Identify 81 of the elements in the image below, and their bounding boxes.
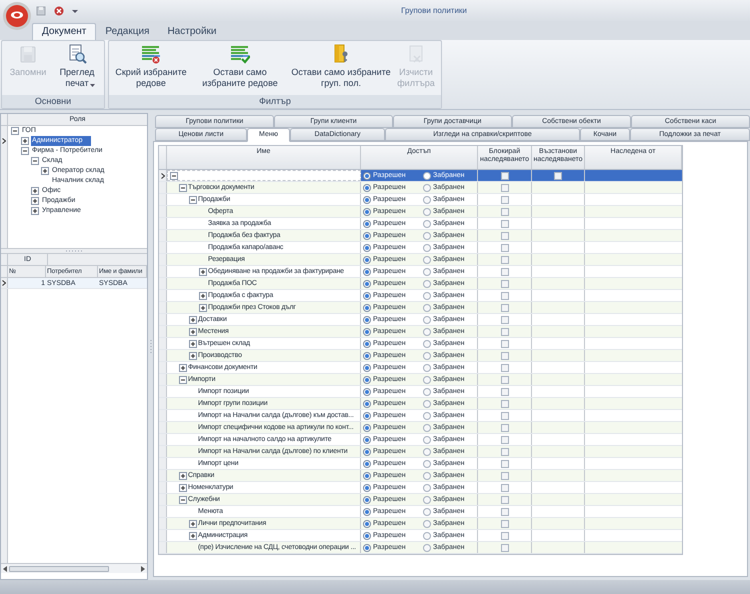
checkbox-icon[interactable] (500, 376, 508, 384)
list-with-check-icon (230, 44, 250, 64)
checkbox-icon[interactable] (500, 352, 508, 360)
ribbon-button[interactable]: Остави само избраните груп. пол. (289, 44, 393, 89)
collapse-icon[interactable] (179, 376, 187, 384)
checkbox-icon[interactable] (500, 256, 508, 264)
checkbox-icon[interactable] (500, 280, 508, 288)
dropdown-caret-icon[interactable] (72, 8, 78, 14)
expand-icon[interactable] (189, 316, 197, 324)
ribbon-group-label: Основни (2, 95, 104, 108)
collapse-icon[interactable] (179, 184, 187, 192)
checkbox-icon[interactable] (500, 364, 508, 372)
checkbox-icon[interactable] (500, 208, 508, 216)
checkbox-icon[interactable] (500, 520, 508, 528)
expand-icon[interactable] (199, 292, 207, 300)
save-icon[interactable] (36, 6, 46, 16)
checkbox-icon[interactable] (500, 400, 508, 408)
expand-icon[interactable] (189, 340, 197, 348)
checkbox-icon[interactable] (500, 292, 508, 300)
checkbox-icon[interactable] (500, 184, 508, 192)
checkbox-icon[interactable] (500, 388, 508, 396)
checkbox-icon[interactable] (500, 532, 508, 540)
checkbox-icon[interactable] (500, 268, 508, 276)
expand-icon[interactable] (21, 137, 29, 145)
expand-icon[interactable] (31, 187, 39, 195)
checkbox-icon[interactable] (500, 460, 508, 468)
collapse-icon[interactable] (189, 196, 197, 204)
checkbox-icon[interactable] (500, 172, 508, 180)
checkbox-icon[interactable] (500, 472, 508, 480)
horizontal-scrollbar[interactable] (1, 563, 147, 573)
checkbox-icon[interactable] (500, 448, 508, 456)
close-icon[interactable] (54, 6, 64, 16)
expand-icon[interactable] (199, 304, 207, 312)
ribbon-tab[interactable]: Редакция (96, 23, 158, 40)
current-row-icon (2, 280, 6, 286)
current-row-icon (2, 138, 6, 144)
expand-icon[interactable] (41, 167, 49, 175)
ribbon-tab[interactable]: Документ (32, 23, 96, 40)
expand-icon[interactable] (179, 484, 187, 492)
scroll-left-icon[interactable] (3, 566, 7, 572)
collapse-icon[interactable] (21, 147, 29, 155)
checkbox-icon[interactable] (554, 172, 562, 180)
expand-icon[interactable] (31, 207, 39, 215)
expand-icon[interactable] (189, 328, 197, 336)
window-title: Групови политики (400, 5, 468, 17)
list-with-cross-icon (141, 44, 161, 64)
scrollbar-thumb[interactable] (9, 566, 109, 572)
checkbox-icon[interactable] (500, 232, 508, 240)
expand-icon[interactable] (179, 472, 187, 480)
checkbox-icon[interactable] (500, 424, 508, 432)
collapse-icon[interactable] (31, 157, 39, 165)
checkbox-icon[interactable] (500, 304, 508, 312)
ribbon-button[interactable]: Преглед печат (52, 44, 102, 87)
current-row-icon (160, 172, 164, 178)
checkbox-icon[interactable] (500, 544, 508, 552)
checkbox-icon[interactable] (500, 484, 508, 492)
checkbox-icon[interactable] (500, 340, 508, 348)
expand-icon[interactable] (179, 364, 187, 372)
expand-icon[interactable] (189, 352, 197, 360)
checkbox-icon[interactable] (500, 412, 508, 420)
checkbox-icon[interactable] (500, 436, 508, 444)
expand-icon[interactable] (189, 532, 197, 540)
ribbon-button[interactable]: Скрий избраните редове (111, 44, 191, 89)
checkbox-icon[interactable] (500, 328, 508, 336)
checkbox-icon[interactable] (500, 316, 508, 324)
collapse-icon[interactable] (170, 172, 178, 180)
ribbon-button[interactable]: Остави само избраните редове (191, 44, 289, 89)
collapse-icon[interactable] (11, 127, 19, 135)
ribbon-tab[interactable]: Настройки (158, 23, 226, 40)
expand-icon[interactable] (31, 197, 39, 205)
expand-icon[interactable] (199, 268, 207, 276)
checkbox-icon[interactable] (500, 196, 508, 204)
expand-icon[interactable] (189, 520, 197, 528)
collapse-icon[interactable] (179, 496, 187, 504)
ribbon-group-label: Филтър (109, 95, 441, 108)
scroll-right-icon[interactable] (141, 566, 145, 572)
print-preview-icon (67, 44, 87, 64)
checkbox-icon[interactable] (500, 496, 508, 504)
checkbox-icon[interactable] (500, 220, 508, 228)
checkbox-icon[interactable] (500, 244, 508, 252)
checkbox-icon[interactable] (500, 508, 508, 516)
